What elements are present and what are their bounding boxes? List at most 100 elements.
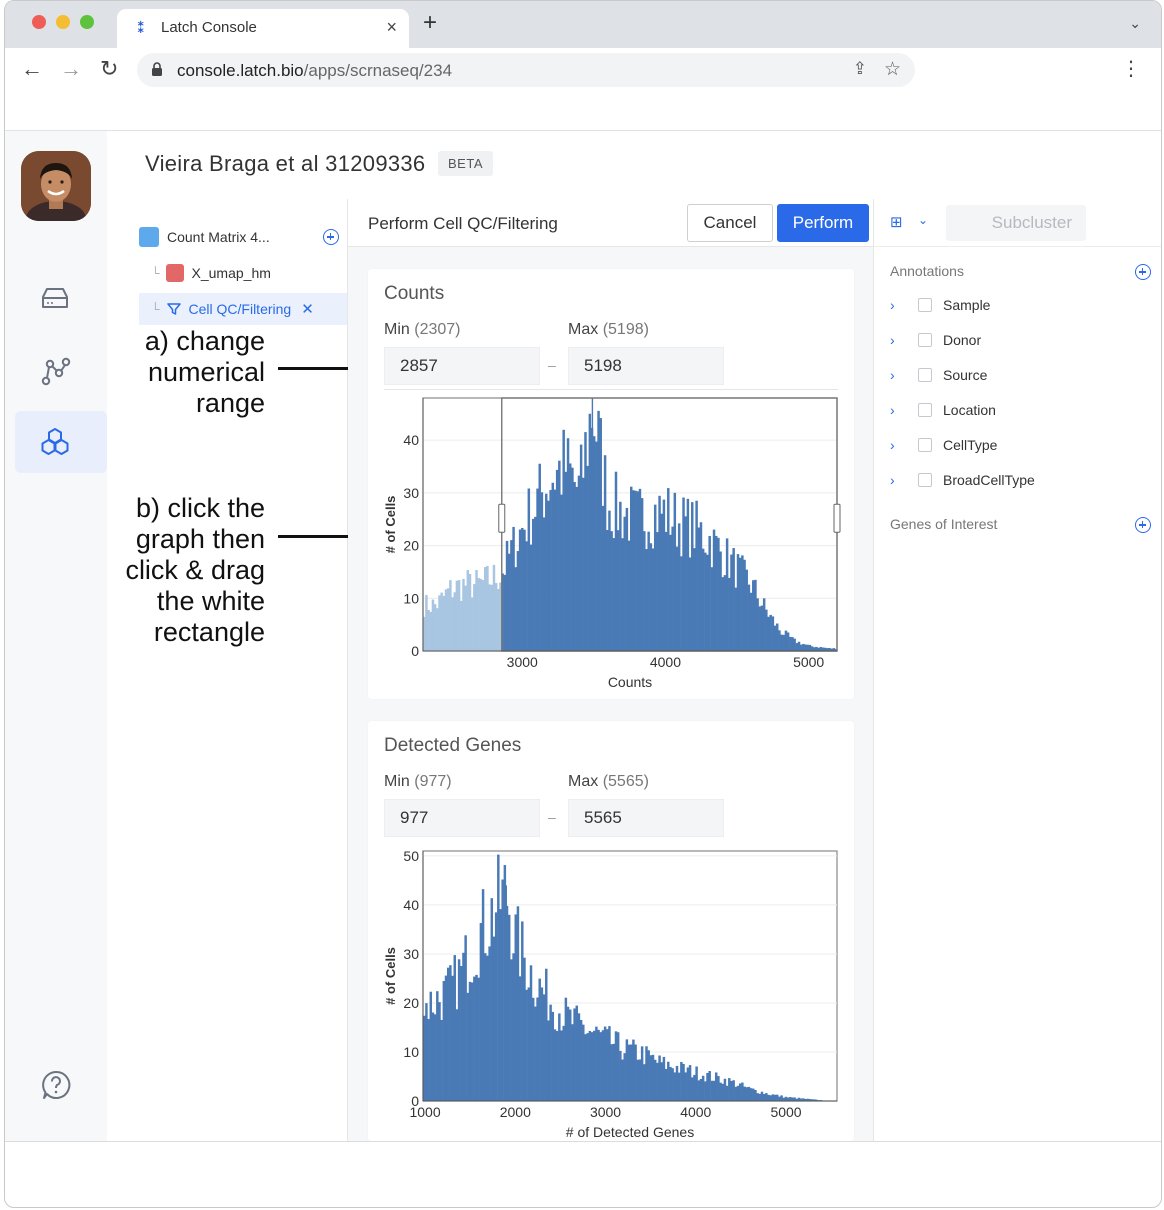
histogram-bar — [521, 527, 524, 651]
histogram-bar — [433, 1014, 437, 1101]
annotation-item-source[interactable]: › Source — [890, 365, 987, 385]
annotation-checkbox[interactable] — [918, 298, 932, 312]
annotation-item-sample[interactable]: › Sample — [890, 295, 990, 315]
annotation-label: CellType — [943, 437, 998, 453]
storage-drive-icon[interactable] — [35, 279, 75, 319]
histogram-bar — [649, 1055, 653, 1101]
annotation-item-broadcelltype[interactable]: › BroadCellType — [890, 470, 1035, 490]
histogram-bar — [767, 616, 770, 651]
help-question-icon[interactable] — [39, 1068, 73, 1102]
share-icon[interactable]: ⇪ — [853, 59, 867, 79]
counts-max-input[interactable] — [568, 347, 724, 385]
chevron-right-icon[interactable]: › — [890, 297, 918, 313]
histogram-bar — [534, 516, 537, 651]
chevron-right-icon[interactable]: › — [890, 367, 918, 383]
maximize-window-button[interactable] — [80, 15, 94, 29]
histogram-bar — [717, 1076, 720, 1101]
add-annotation-icon[interactable] — [1135, 264, 1151, 280]
histogram-bar — [438, 1002, 441, 1101]
histogram-bar — [784, 1096, 788, 1101]
histogram-bar — [573, 482, 576, 651]
x-tick-label: 4000 — [650, 654, 681, 670]
histogram-bar — [738, 1083, 742, 1101]
histogram-bar — [691, 1077, 694, 1101]
url-host: console.latch.bio — [177, 61, 304, 80]
tab-close-icon[interactable]: × — [386, 17, 397, 38]
counts-histogram[interactable]: 3000 4000 5000 0 10 20 30 40 Counts # of Cells — [368, 393, 854, 695]
tree-item-cell-qc[interactable]: └ Cell QC/Filtering ✕ — [139, 293, 347, 325]
brush-left-handle[interactable] — [498, 503, 506, 533]
y-tick-label: 20 — [403, 538, 419, 554]
annotation-checkbox[interactable] — [918, 438, 932, 452]
histogram-bar — [444, 975, 448, 1101]
brush-right-handle[interactable] — [833, 503, 841, 533]
chevron-right-icon[interactable]: › — [890, 472, 918, 488]
chevron-right-icon[interactable]: › — [890, 402, 918, 418]
hexagon-cluster-icon[interactable] — [35, 423, 75, 463]
histogram-bar — [446, 588, 450, 651]
counts-min-input[interactable] — [384, 347, 540, 385]
new-tab-button[interactable]: + — [423, 11, 437, 35]
close-window-button[interactable] — [32, 15, 46, 29]
tree-item-count-matrix[interactable]: Count Matrix 4... — [139, 221, 339, 253]
workflow-graph-icon[interactable] — [35, 351, 75, 391]
genes-card-title: Detected Genes — [384, 735, 522, 756]
genes-min-input[interactable] — [384, 799, 540, 837]
browser-tab[interactable]: ⁑ Latch Console × — [117, 9, 409, 48]
histogram-bar — [575, 486, 579, 651]
histogram-bar — [540, 492, 544, 651]
user-avatar[interactable] — [21, 151, 91, 221]
annotation-checkbox[interactable] — [918, 368, 932, 382]
chevron-down-icon[interactable]: ⌄ — [918, 213, 928, 227]
histogram-bar — [433, 604, 437, 651]
histogram-bar — [658, 495, 661, 651]
histogram-bar — [582, 477, 585, 651]
add-gene-icon[interactable] — [1135, 517, 1151, 533]
histogram-bar — [486, 565, 489, 651]
chevron-right-icon[interactable]: › — [890, 332, 918, 348]
subcluster-button[interactable]: Subcluster — [946, 205, 1086, 241]
histogram-bar — [769, 1095, 772, 1101]
histogram-bar — [584, 432, 587, 651]
histogram-bar — [704, 552, 707, 651]
histogram-bar — [534, 1006, 537, 1101]
annotation-checkbox[interactable] — [918, 333, 932, 347]
tree-item-umap[interactable]: └ X_umap_hm — [151, 257, 339, 289]
add-layer-icon[interactable]: ⊞ — [890, 213, 903, 231]
annotation-item-location[interactable]: › Location — [890, 400, 996, 420]
histogram-bar — [667, 1061, 670, 1101]
histogram-bar — [634, 490, 637, 651]
tab-search-chevron-icon[interactable]: ⌄ — [1129, 15, 1141, 32]
annotation-a-line: a) change — [144, 326, 265, 356]
address-bar[interactable]: console.latch.bio/apps/scrnaseq/234 ⇪ ☆ — [137, 53, 915, 87]
minimize-window-button[interactable] — [56, 15, 70, 29]
histogram-bar — [789, 1097, 792, 1101]
histogram-bar — [431, 1012, 435, 1101]
tree-item-label: Cell QC/Filtering — [188, 301, 292, 317]
annotation-item-donor[interactable]: › Donor — [890, 330, 981, 350]
histogram-bar — [484, 953, 487, 1101]
perform-button[interactable]: Perform — [777, 204, 869, 242]
histogram-bar — [701, 1075, 705, 1101]
histogram-bar — [728, 577, 731, 651]
remove-close-icon[interactable]: ✕ — [301, 300, 314, 318]
histogram-bar — [732, 548, 735, 651]
browser-menu-icon[interactable]: ⋮ — [1121, 56, 1141, 81]
histogram-bar — [464, 585, 467, 651]
cancel-button[interactable]: Cancel — [687, 204, 773, 242]
back-arrow-icon[interactable]: ← — [21, 56, 43, 82]
chevron-right-icon[interactable]: › — [890, 437, 918, 453]
forward-arrow-icon[interactable]: → — [60, 56, 82, 82]
bookmark-star-icon[interactable]: ☆ — [884, 58, 901, 81]
histogram-bar — [752, 580, 755, 651]
genes-max-input[interactable] — [568, 799, 724, 837]
annotation-checkbox[interactable] — [918, 403, 932, 417]
detected-genes-histogram[interactable]: 1000 2000 3000 4000 500001020304050# of Dete… — [368, 845, 854, 1141]
histogram-bar — [444, 589, 448, 651]
histogram-bar — [429, 991, 433, 1101]
histogram-bar — [625, 507, 629, 651]
reload-icon[interactable]: ↻ — [100, 56, 118, 82]
add-circle-icon[interactable] — [323, 229, 339, 245]
annotation-item-celltype[interactable]: › CellType — [890, 435, 997, 455]
annotation-checkbox[interactable] — [918, 473, 932, 487]
